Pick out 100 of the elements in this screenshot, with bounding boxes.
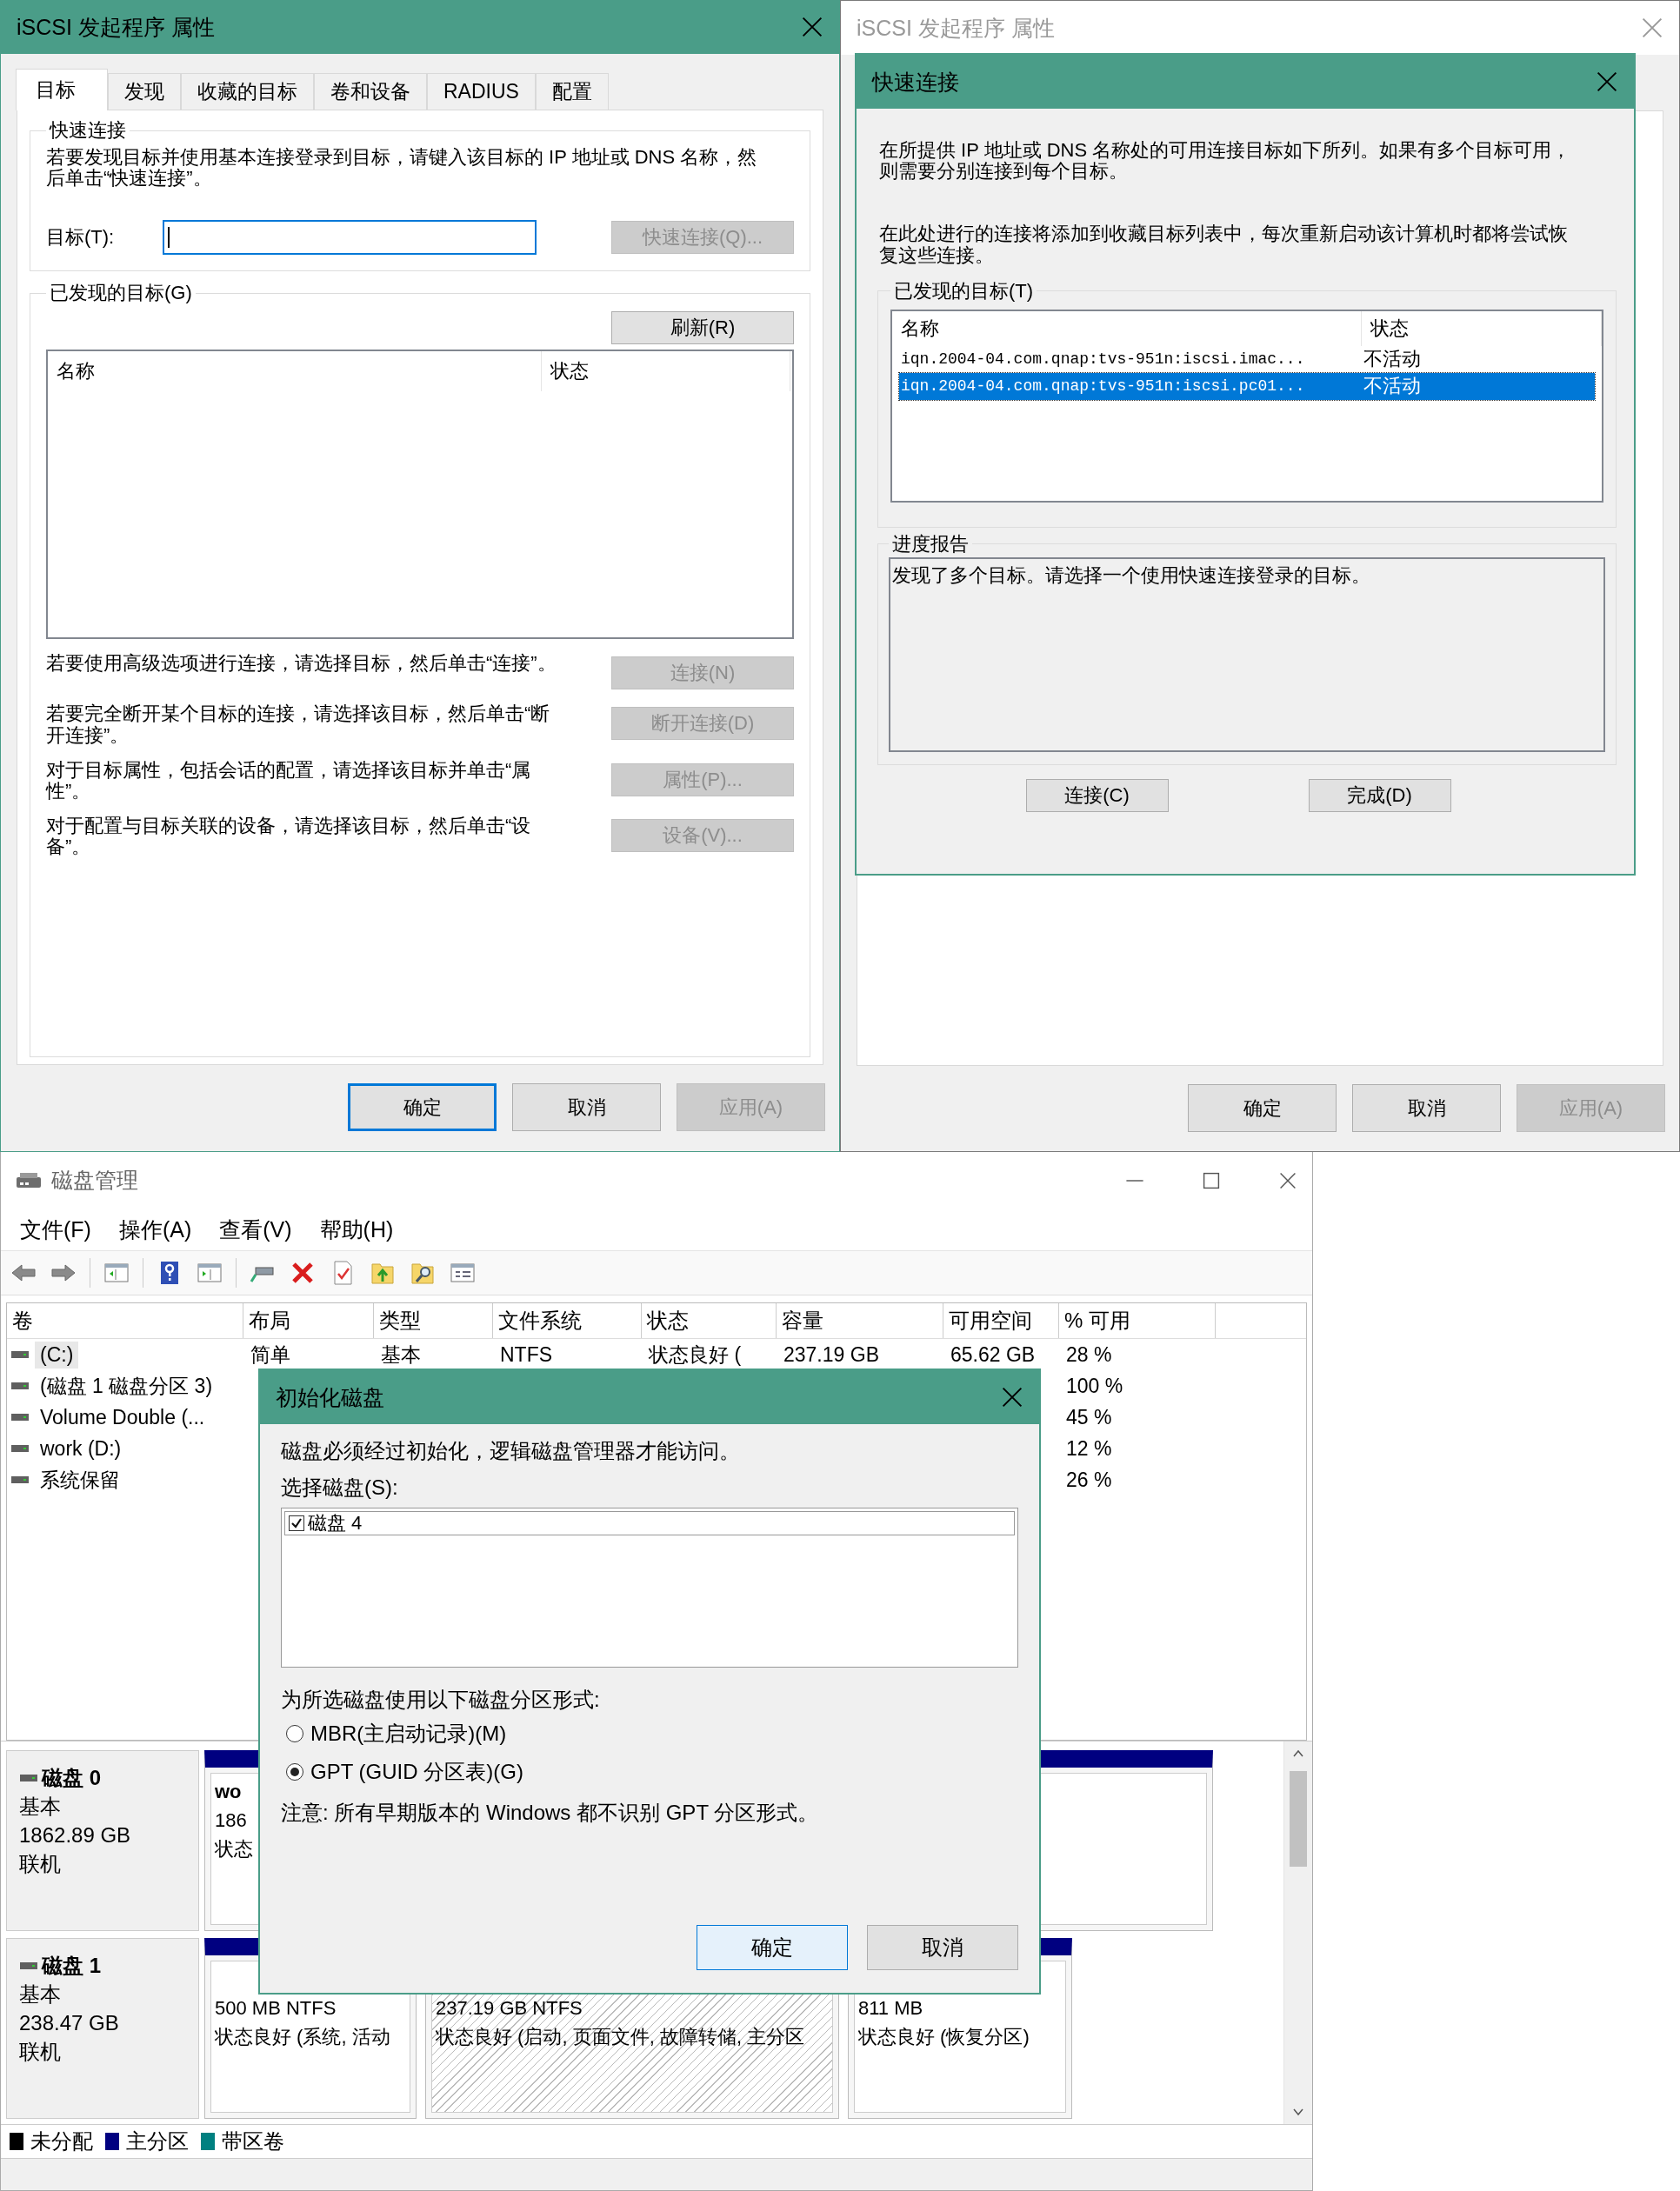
description-text: 在此处进行的连接将添加到收藏目标列表中，每次重新启动该计算机时都将尝试恢复这些连接。 — [879, 223, 1569, 266]
disk-status: 联机 — [19, 1851, 62, 1877]
table-cell[interactable]: work (D:) — [35, 1435, 127, 1462]
option-label[interactable]: MBR(主启动记录)(M) — [310, 1720, 507, 1748]
dialog-button[interactable]: 取消 — [1352, 1084, 1501, 1132]
drive-icon — [10, 1475, 30, 1485]
menu-item[interactable]: 操作(A) — [118, 1215, 192, 1244]
column-header[interactable]: 容量 — [777, 1303, 943, 1338]
partition-size: 186 — [215, 1808, 247, 1833]
disk-type: 基本 — [19, 1794, 62, 1820]
table-cell[interactable]: (C:) — [35, 1341, 79, 1369]
dialog-button[interactable]: 取消 — [867, 1925, 1018, 1970]
description-text: 在所提供 IP 地址或 DNS 名称处的可用连接目标如下所列。如果有多个目标可用，则需要分别连接到每个目标。 — [879, 140, 1572, 183]
close-icon[interactable] — [1001, 1386, 1023, 1408]
disk-name: 磁盘 1 — [42, 1953, 101, 1979]
column-header[interactable]: 名称 — [892, 310, 1362, 346]
disk-name: 磁盘 0 — [42, 1765, 101, 1791]
target-name: iqn.2004-04.com.qnap:tvs-951n:iscsi.pc01... — [900, 377, 1306, 396]
legend-label: 主分区 — [126, 2128, 189, 2154]
window-title: iSCSI 发起程序 属性 — [857, 14, 1056, 42]
tab[interactable]: 发现 — [108, 73, 181, 110]
column-header[interactable]: 状态 — [642, 1303, 777, 1338]
partition-status: 状态良好 (恢复分区) — [858, 2025, 1030, 2049]
window-title: 磁盘管理 — [51, 1167, 138, 1194]
target-row[interactable]: iqn.2004-04.com.qnap:tvs-951n:iscsi.imac... 不活动 — [899, 345, 1595, 373]
target-list[interactable]: 名称 状态 — [46, 350, 794, 640]
column-header[interactable]: 状态 — [542, 351, 790, 392]
tab[interactable]: 配置 — [535, 73, 609, 110]
group-label: 进度报告 — [891, 531, 970, 556]
window-title: iSCSI 发起程序 属性 — [17, 13, 216, 41]
tab[interactable]: 卷和设备 — [314, 73, 427, 110]
partition-status: 状态良好 (启动, 页面文件, 故障转储, 主分区 — [436, 2025, 805, 2049]
checkbox[interactable] — [289, 1515, 304, 1531]
section-label: 为所选磁盘使用以下磁盘分区形式: — [281, 1687, 601, 1713]
dialog-button[interactable]: 完成(D) — [1308, 778, 1451, 812]
message-text: 磁盘必须经过初始化，逻辑磁盘管理器才能访问。 — [281, 1438, 741, 1464]
table-cell[interactable]: 系统保留 — [35, 1464, 125, 1495]
column-header[interactable]: 布局 — [243, 1303, 374, 1338]
drive-icon — [10, 1443, 30, 1454]
disk-status: 联机 — [19, 2039, 62, 2065]
partition-size: 811 MB — [858, 1996, 923, 2021]
note-text: 注意: 所有早期版本的 Windows 都不识别 GPT 分区形式。 — [281, 1800, 820, 1826]
refresh-button[interactable]: 刷新(R) — [611, 311, 794, 345]
tab[interactable]: 目标 — [16, 69, 108, 110]
table-cell: 28 % — [1066, 1342, 1112, 1367]
column-header[interactable]: % 可用 — [1059, 1303, 1216, 1338]
target-row[interactable]: iqn.2004-04.com.qnap:tvs-951n:iscsi.pc01... 不活动 — [899, 372, 1595, 400]
column-header[interactable]: 名称 — [48, 351, 542, 392]
partition-status: 状态良好 (系统, 活动 — [215, 2025, 390, 2049]
dialog-button[interactable]: 连接(C) — [1025, 778, 1169, 812]
column-header[interactable]: 文件系统 — [493, 1303, 642, 1338]
disk-label-card[interactable]: 磁盘 1 基本 238.47 GB 联机 — [6, 1938, 199, 2119]
disk-list[interactable]: 磁盘 4 — [281, 1508, 1018, 1668]
menu-item[interactable]: 文件(F) — [20, 1215, 91, 1244]
group-label: 已发现的目标(T) — [893, 278, 1035, 303]
drive-icon — [10, 1412, 30, 1422]
legend-label: 带区卷 — [222, 2128, 284, 2154]
table-cell[interactable]: (磁盘 1 磁盘分区 3) — [35, 1370, 218, 1402]
dialog-button[interactable]: 确定 — [697, 1925, 848, 1970]
target-list[interactable]: 名称 状态 iqn.2004-04.com.qnap:tvs-951n:iscsi.imac... 不活动 iqn.2004-04.com.qnap:tvs-951n:iscsi.pc01... 不活动 — [890, 309, 1603, 503]
partition-label: wo — [215, 1781, 242, 1802]
table-cell: 45 % — [1066, 1405, 1112, 1429]
menu-item[interactable]: 帮助(H) — [319, 1215, 394, 1244]
instruction-text: 若要使用高级选项进行连接，请选择目标，然后单击“连接”。 — [46, 653, 557, 675]
instruction-text: 若要完全断开某个目标的连接，请选择该目标，然后单击“断开连接”。 — [46, 703, 551, 746]
table-cell: NTFS — [500, 1342, 553, 1367]
menu-item[interactable]: 查看(V) — [219, 1215, 292, 1244]
disk-size: 1862.89 GB — [19, 1822, 132, 1848]
list-item[interactable]: 磁盘 4 — [308, 1510, 363, 1536]
option-label[interactable]: GPT (GUID 分区表)(G) — [310, 1758, 523, 1786]
column-header[interactable]: 状态 — [1362, 310, 1602, 346]
dialog-button[interactable]: 确定 — [1188, 1084, 1337, 1132]
radio-button[interactable] — [286, 1725, 303, 1742]
drive-icon — [19, 1960, 38, 1971]
description-text: 若要发现目标并使用基本连接登录到目标，请键入该目标的 IP 地址或 DNS 名称，然后单击“快速连接”。 — [46, 147, 758, 190]
column-header[interactable]: 可用空间 — [943, 1303, 1059, 1338]
table-cell: 26 % — [1066, 1468, 1112, 1492]
dialog-button[interactable]: 确定 — [348, 1083, 497, 1131]
target-field[interactable] — [163, 220, 537, 256]
table-cell[interactable]: Volume Double (... — [35, 1403, 210, 1431]
tab[interactable]: 收藏的目标 — [181, 73, 314, 110]
column-header[interactable]: 卷 — [7, 1303, 243, 1338]
table-cell: 237.19 GB — [783, 1342, 879, 1367]
group-label: 已发现的目标(G) — [49, 281, 193, 306]
table-cell-text: 状态良好 ( — [649, 1342, 742, 1368]
tab[interactable]: RADIUS — [427, 73, 536, 110]
close-icon[interactable] — [1596, 70, 1618, 93]
scroll-thumb[interactable] — [1290, 1771, 1307, 1867]
table-cell: 12 % — [1066, 1436, 1112, 1461]
column-header[interactable]: 类型 — [374, 1303, 493, 1338]
scrollbar[interactable] — [1283, 1741, 1312, 2124]
drive-icon — [19, 1772, 38, 1783]
disk-label-card[interactable]: 磁盘 0 基本 1862.89 GB 联机 — [6, 1750, 199, 1931]
dialog-button[interactable]: 取消 — [512, 1083, 661, 1131]
radio-button[interactable] — [286, 1763, 303, 1781]
instruction-text: 对于配置与目标关联的设备，请选择该目标，然后单击“设备”。 — [46, 816, 532, 858]
dialog-title: 快速连接 — [872, 68, 960, 96]
drive-icon — [10, 1381, 30, 1391]
field-label: 目标(T): — [46, 225, 116, 250]
close-icon[interactable] — [801, 16, 823, 38]
